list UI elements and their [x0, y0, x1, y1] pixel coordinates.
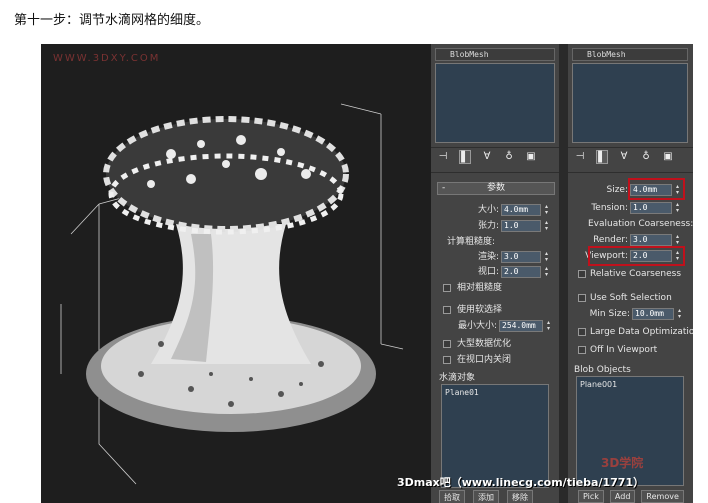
- off-in-viewport-checkbox[interactable]: [443, 356, 451, 364]
- page: 第十一步：调节水滴网格的细度。 WWW.3DXY.COM BlobMesh ⊣ …: [0, 0, 708, 503]
- use-soft-selection-checkbox-en[interactable]: [578, 294, 586, 302]
- tension-label-en: Tension:: [591, 203, 628, 213]
- off-in-viewport-checkbox-en[interactable]: [578, 346, 586, 354]
- render-label-en: Render:: [593, 235, 628, 245]
- large-data-checkbox[interactable]: [443, 340, 451, 348]
- remove-modifier-icon[interactable]: ♁: [503, 150, 515, 164]
- tension-spinner[interactable]: 1.0: [501, 220, 541, 232]
- 3d-college-logo: 3D学院: [601, 456, 644, 470]
- use-soft-selection-checkbox[interactable]: [443, 306, 451, 314]
- tension-spinner-arrows[interactable]: ▴ ▾: [543, 220, 550, 232]
- forum-credit: 3Dmax吧（www.linecg.com/tieba/1771）: [397, 476, 645, 489]
- modifier-stack-list-en[interactable]: [572, 63, 688, 143]
- pin-stack-icon[interactable]: ⊣: [437, 150, 449, 164]
- perspective-viewport[interactable]: WWW.3DXY.COM: [41, 44, 431, 503]
- render-spinner-en[interactable]: 3.0: [630, 234, 672, 246]
- viewport-spinner-arrows[interactable]: ▴ ▾: [543, 266, 550, 278]
- coarseness-label: 计算粗糙度:: [447, 237, 496, 247]
- render-label: 渲染:: [477, 252, 499, 262]
- render-spinner-arrows-en[interactable]: ▴ ▾: [674, 234, 681, 246]
- min-size-spinner-arrows-en[interactable]: ▴ ▾: [676, 308, 683, 320]
- show-end-result-icon[interactable]: ▌: [459, 150, 471, 164]
- tension-label: 张力:: [477, 221, 499, 231]
- render-spinner-arrows[interactable]: ▴ ▾: [543, 251, 550, 263]
- off-in-viewport-label: 在视口内关闭: [457, 355, 512, 365]
- make-unique-icon[interactable]: ∀: [481, 150, 493, 164]
- blob-objects-buttons-en: Pick Add Remove: [578, 490, 684, 503]
- pin-stack-icon[interactable]: ⊣: [574, 150, 586, 164]
- size-highlight: [628, 178, 685, 200]
- blob-objects-label: 水滴对象: [439, 373, 476, 383]
- make-unique-icon[interactable]: ∀: [618, 150, 630, 164]
- blob-objects-label-en: Blob Objects: [574, 365, 631, 375]
- size-label: 大小:: [477, 205, 499, 215]
- min-size-label: 最小大小:: [457, 321, 497, 331]
- step-caption: 第十一步：调节水滴网格的细度。: [14, 13, 210, 28]
- min-size-spinner-arrows[interactable]: ▴ ▾: [545, 320, 552, 332]
- tension-spinner-arrows-en[interactable]: ▴ ▾: [674, 202, 681, 214]
- add-button-en[interactable]: Add: [609, 490, 636, 503]
- blobmesh-render: [60, 103, 404, 485]
- size-label-en: Size:: [606, 185, 628, 195]
- panel-divider: [559, 44, 568, 503]
- viewport-coarseness-label: 视口:: [477, 267, 499, 277]
- configure-modifier-sets-icon[interactable]: ▣: [662, 150, 674, 164]
- min-size-label-en: Min Size:: [589, 309, 630, 319]
- remove-button[interactable]: 移除: [507, 490, 533, 503]
- large-data-label-en: Large Data Optimization: [590, 327, 693, 337]
- use-soft-selection-label-en: Use Soft Selection: [590, 293, 672, 303]
- configure-modifier-sets-icon[interactable]: ▣: [525, 150, 537, 164]
- object-name-field-en[interactable]: BlobMesh: [572, 48, 688, 61]
- command-panel-chinese: BlobMesh ⊣ ▌ ∀ ♁ ▣ - 参数 大小: 4.0mm ▴ ▾ 张力: …: [431, 44, 559, 503]
- size-spinner-arrows[interactable]: ▴ ▾: [543, 204, 550, 216]
- object-name-field[interactable]: BlobMesh: [435, 48, 555, 61]
- command-panel-english: BlobMesh ⊣ ▌ ∀ ♁ ▣ Size: 4.0mm ▴ ▾ Tensio…: [568, 44, 693, 503]
- stack-toolbar: ⊣ ▌ ∀ ♁ ▣: [437, 150, 537, 164]
- use-soft-selection-label: 使用软选择: [457, 305, 503, 315]
- size-spinner[interactable]: 4.0mm: [501, 204, 541, 216]
- blob-objects-item[interactable]: Plane01: [445, 387, 479, 399]
- relative-coarseness-checkbox-en[interactable]: [578, 270, 586, 278]
- large-data-checkbox-en[interactable]: [578, 328, 586, 336]
- coarseness-label-en: Evaluation Coarseness:: [588, 219, 693, 229]
- min-size-spinner[interactable]: 254.0mm: [499, 320, 543, 332]
- max-screenshot: WWW.3DXY.COM BlobMesh ⊣ ▌ ∀ ♁ ▣ - 参数 大小:…: [41, 44, 693, 503]
- min-size-spinner-en[interactable]: 10.0mm: [632, 308, 674, 320]
- pick-button-en[interactable]: Pick: [578, 490, 604, 503]
- stack-toolbar-en: ⊣ ▌ ∀ ♁ ▣: [574, 150, 674, 164]
- render-spinner[interactable]: 3.0: [501, 251, 541, 263]
- relative-coarseness-label: 相对粗糙度: [457, 283, 503, 293]
- add-button[interactable]: 添加: [473, 490, 499, 503]
- blob-objects-item-en[interactable]: Plane001: [580, 379, 617, 391]
- large-data-label: 大型数据优化: [457, 339, 512, 349]
- relative-coarseness-checkbox[interactable]: [443, 284, 451, 292]
- remove-modifier-icon[interactable]: ♁: [640, 150, 652, 164]
- viewport-coarseness-spinner[interactable]: 2.0: [501, 266, 541, 278]
- tension-spinner-en[interactable]: 1.0: [630, 202, 672, 214]
- pick-button[interactable]: 拾取: [439, 490, 465, 503]
- remove-button-en[interactable]: Remove: [641, 490, 684, 503]
- parameters-rollout-header[interactable]: - 参数: [437, 182, 555, 195]
- off-in-viewport-label-en: Off In Viewport: [590, 345, 658, 355]
- water-column: [151, 224, 311, 364]
- blob-objects-buttons: 拾取 添加 移除: [439, 490, 533, 503]
- modifier-stack-list[interactable]: [435, 63, 555, 143]
- blob-objects-list[interactable]: Plane01: [441, 384, 549, 488]
- viewport-highlight: [588, 246, 685, 266]
- show-end-result-icon[interactable]: ▌: [596, 150, 608, 164]
- relative-coarseness-label-en: Relative Coarseness: [590, 269, 682, 279]
